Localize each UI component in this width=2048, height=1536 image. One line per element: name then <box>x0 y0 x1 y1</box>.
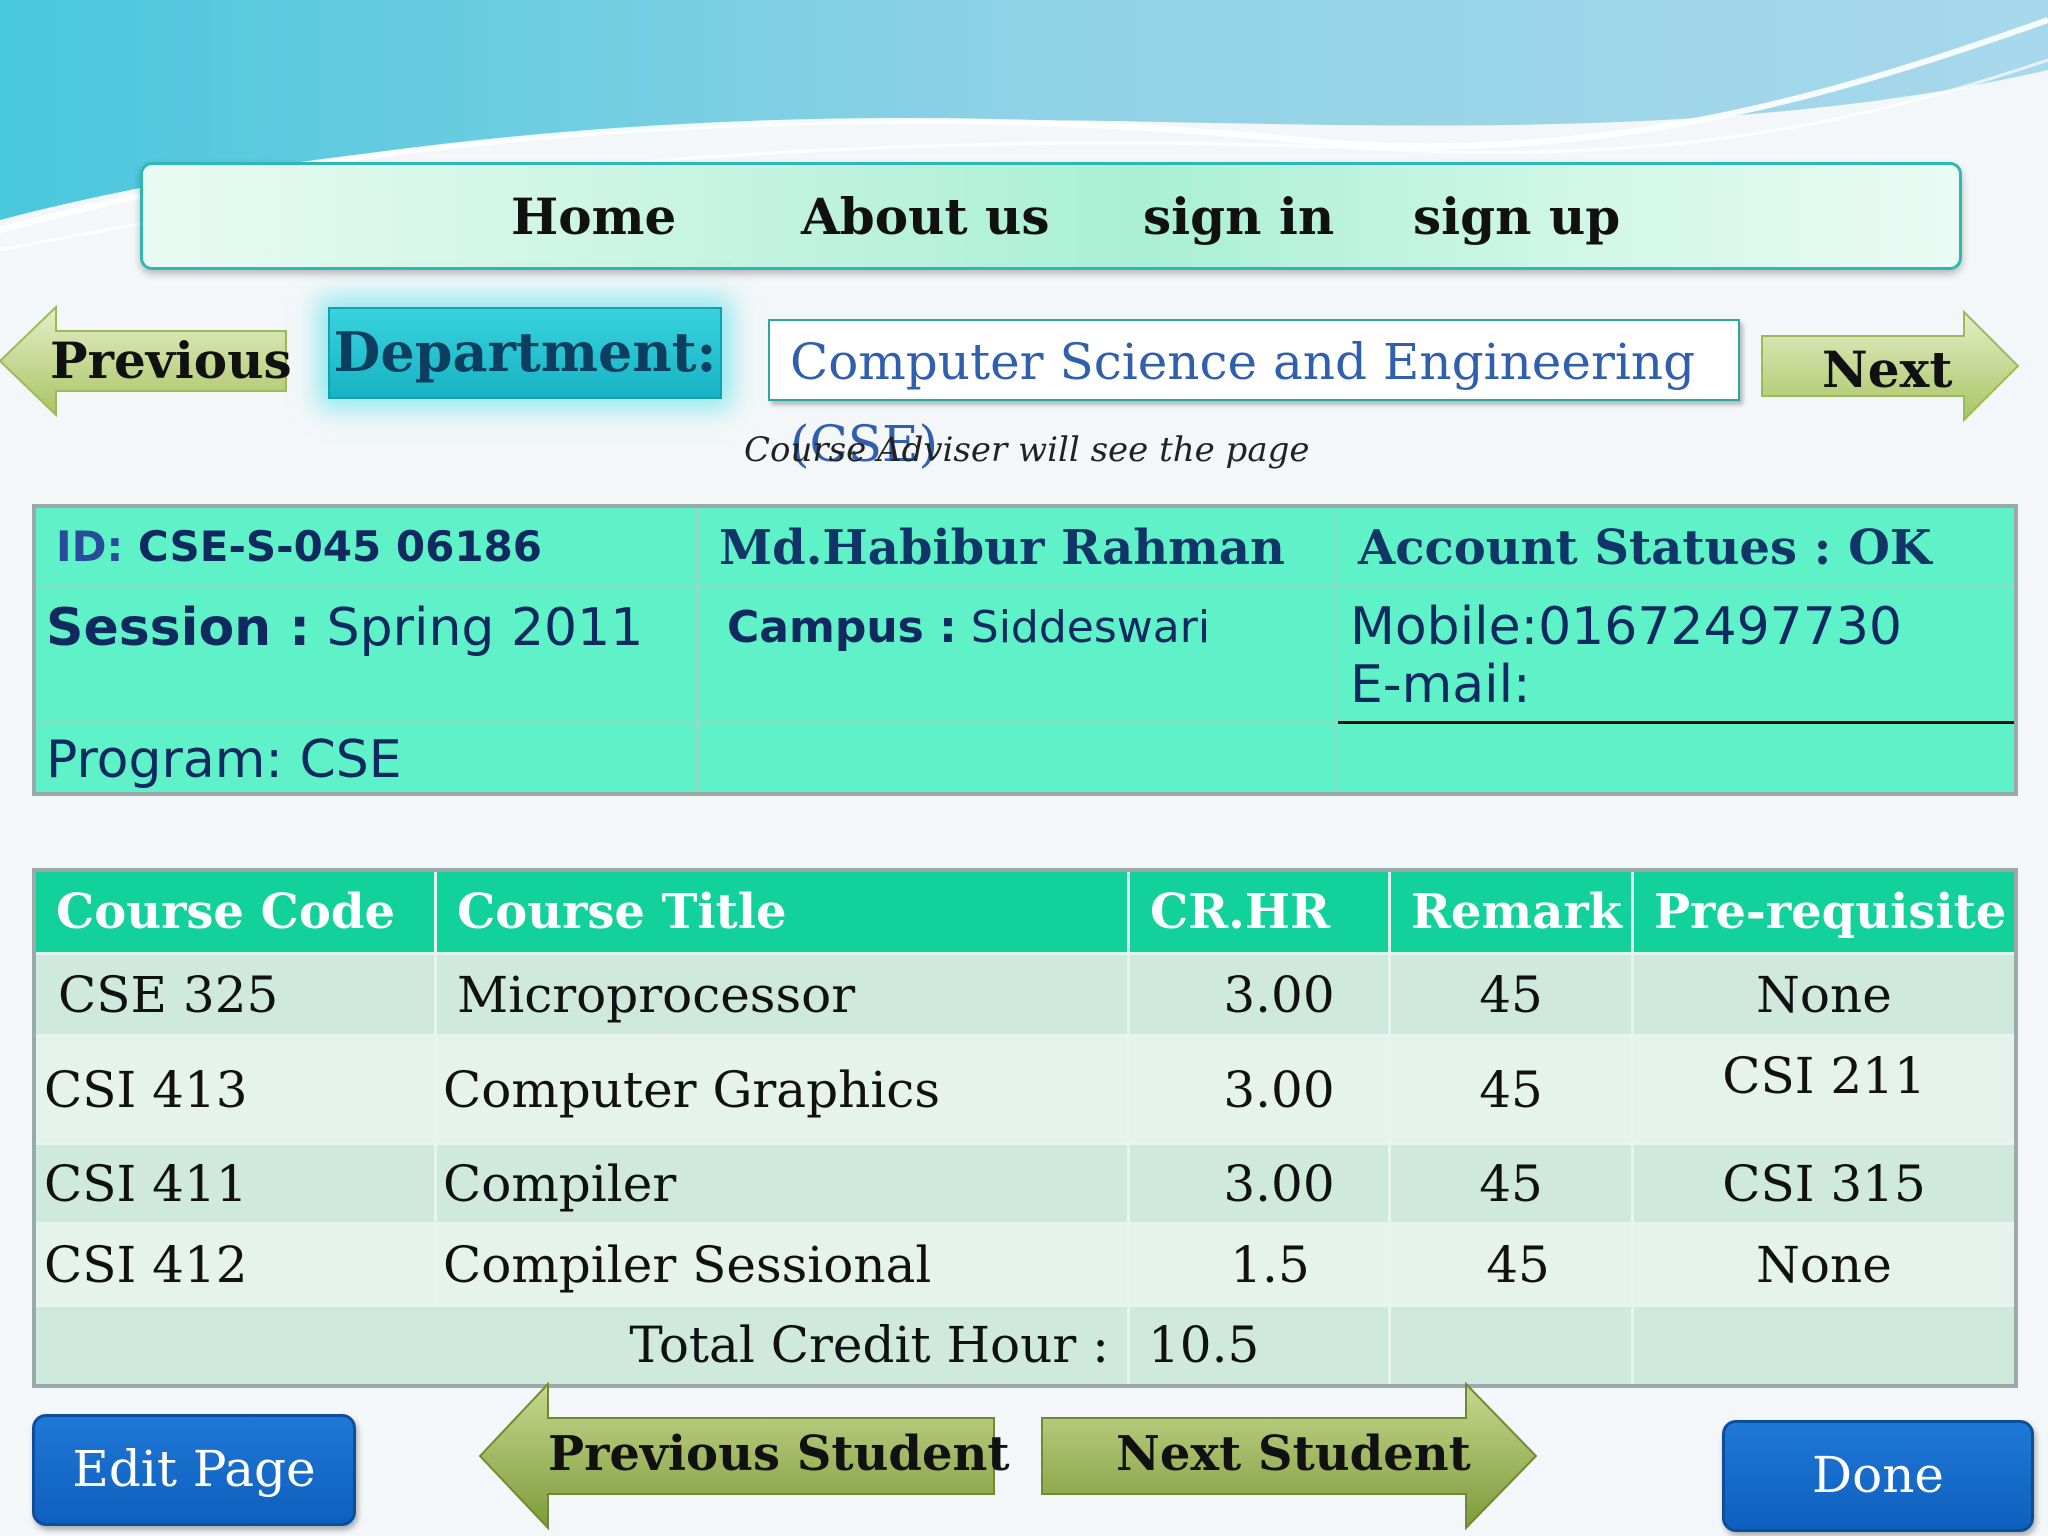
course-title: Compiler <box>434 1142 1130 1225</box>
department-label: Department: <box>328 307 722 399</box>
empty-cell <box>1631 1304 2018 1387</box>
adviser-note: Course Adviser will see the page <box>744 430 1310 470</box>
mobile-number: Mobile:01672497730 <box>1350 596 1903 657</box>
next-button[interactable]: Next <box>1760 310 2020 422</box>
total-row: Total Credit Hour : 10.5 <box>32 1304 2018 1387</box>
campus-label: Campus : <box>727 601 957 653</box>
nav-signin-link[interactable]: sign in <box>1143 187 1334 246</box>
student-name: Md.Habibur Rahman <box>719 520 1285 576</box>
previous-button[interactable]: Previous <box>0 305 292 417</box>
program-value: Program: CSE <box>46 729 402 790</box>
course-cr-hr: 3.00 <box>1127 1034 1391 1145</box>
session-cell: Session : Spring 2011 <box>32 584 699 724</box>
course-code: CSE 325 <box>32 952 437 1037</box>
header-remark: Remark <box>1388 868 1634 955</box>
department-field[interactable]: Computer Science and Engineering (CSE) <box>768 319 1740 473</box>
nav-home-link[interactable]: Home <box>511 187 676 246</box>
course-table: Course Code Course Title CR.HR Remark Pr… <box>32 868 2018 1388</box>
table-row[interactable]: CSI 413 Computer Graphics 3.00 45 CSI 21… <box>32 1034 2018 1145</box>
course-cr-hr: 3.00 <box>1127 1142 1391 1225</box>
campus-cell: Campus : Siddeswari <box>696 584 1338 724</box>
course-code: CSI 412 <box>32 1222 437 1307</box>
table-row[interactable]: CSI 411 Compiler 3.00 45 CSI 315 <box>32 1142 2018 1225</box>
course-code: CSI 411 <box>32 1142 437 1225</box>
empty-cell <box>1388 1304 1634 1387</box>
name-cell: Md.Habibur Rahman <box>696 504 1338 588</box>
header-course-title: Course Title <box>434 868 1130 955</box>
course-remark: 45 <box>1388 1222 1634 1307</box>
header-course-code: Course Code <box>32 868 437 955</box>
session-value: Spring 2011 <box>326 597 644 658</box>
contact-cell: Mobile:01672497730 E-mail: <box>1335 584 2018 724</box>
next-student-button[interactable]: Next Student <box>1040 1382 1538 1530</box>
course-table-header: Course Code Course Title CR.HR Remark Pr… <box>32 868 2018 955</box>
total-credit-label: Total Credit Hour : <box>32 1304 1130 1387</box>
course-title: Microprocessor <box>434 952 1130 1037</box>
id-label: ID: <box>56 522 124 571</box>
account-status: Account Statues : OK <box>1358 520 1932 576</box>
course-title: Compiler Sessional <box>434 1222 1130 1307</box>
course-prerequisite: None <box>1631 952 2018 1037</box>
table-row[interactable]: CSE 325 Microprocessor 3.00 45 None <box>32 952 2018 1037</box>
nav-signup-link[interactable]: sign up <box>1413 187 1620 246</box>
student-info-table: ID: CSE-S-045 06186 Md.Habibur Rahman Ac… <box>32 504 2018 796</box>
course-remark: 45 <box>1388 952 1634 1037</box>
header-prerequisite: Pre-requisite <box>1631 868 2018 955</box>
done-button[interactable]: Done <box>1722 1420 2034 1532</box>
table-row[interactable]: CSI 412 Compiler Sessional 1.5 45 None <box>32 1222 2018 1307</box>
course-code: CSI 413 <box>32 1034 437 1145</box>
session-label: Session : <box>46 597 311 658</box>
previous-student-label: Previous Student <box>548 1426 1010 1482</box>
next-label: Next <box>1822 340 1953 399</box>
email-field: E-mail: <box>1350 654 1531 715</box>
course-cr-hr: 3.00 <box>1127 952 1391 1037</box>
previous-student-button[interactable]: Previous Student <box>478 1382 1010 1530</box>
previous-label: Previous <box>50 331 292 390</box>
next-student-label: Next Student <box>1116 1426 1471 1482</box>
total-credit-value: 10.5 <box>1127 1304 1391 1387</box>
program-cell: Program: CSE <box>32 720 699 796</box>
edit-page-button[interactable]: Edit Page <box>32 1414 356 1526</box>
course-prerequisite: CSI 211 <box>1631 1034 2018 1145</box>
id-cell: ID: CSE-S-045 06186 <box>32 504 699 588</box>
course-title: Computer Graphics <box>434 1034 1130 1145</box>
campus-value: Siddeswari <box>970 601 1211 653</box>
top-nav-bar: Home About us sign in sign up <box>140 162 1962 270</box>
course-cr-hr: 1.5 <box>1127 1222 1391 1307</box>
empty-cell <box>696 720 1338 796</box>
course-remark: 45 <box>1388 1142 1634 1225</box>
course-prerequisite: None <box>1631 1222 2018 1307</box>
course-prerequisite: CSI 315 <box>1631 1142 2018 1225</box>
nav-about-link[interactable]: About us <box>801 187 1049 246</box>
header-cr-hr: CR.HR <box>1127 868 1391 955</box>
course-remark: 45 <box>1388 1034 1634 1145</box>
empty-cell <box>1335 720 2018 796</box>
account-status-cell: Account Statues : OK <box>1335 504 2018 588</box>
id-value: CSE-S-045 06186 <box>137 522 542 571</box>
